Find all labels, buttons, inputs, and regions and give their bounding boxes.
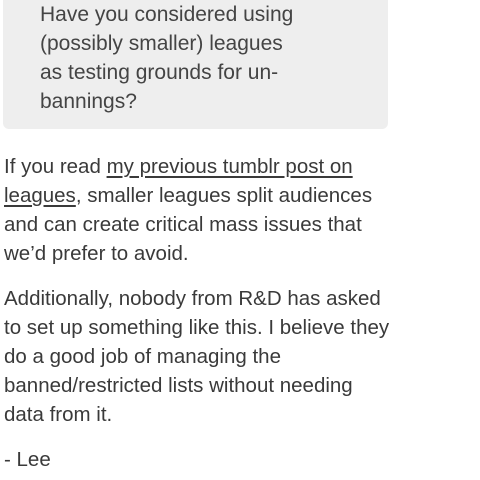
signature: - Lee [4,448,51,471]
answer-paragraph-2: Additionally, nobody from R&D has asked … [4,287,390,426]
answer-paragraph-1-prefix: If you read [4,155,107,178]
ask-question-box: Have you considered using (possibly smal… [3,0,388,129]
ask-question-text: Have you considered using (possibly smal… [40,3,294,113]
answer-paragraph-1: If you read my previous tumblr post on l… [4,152,480,268]
answer-body: If you read my previous tumblr post on l… [4,152,480,474]
